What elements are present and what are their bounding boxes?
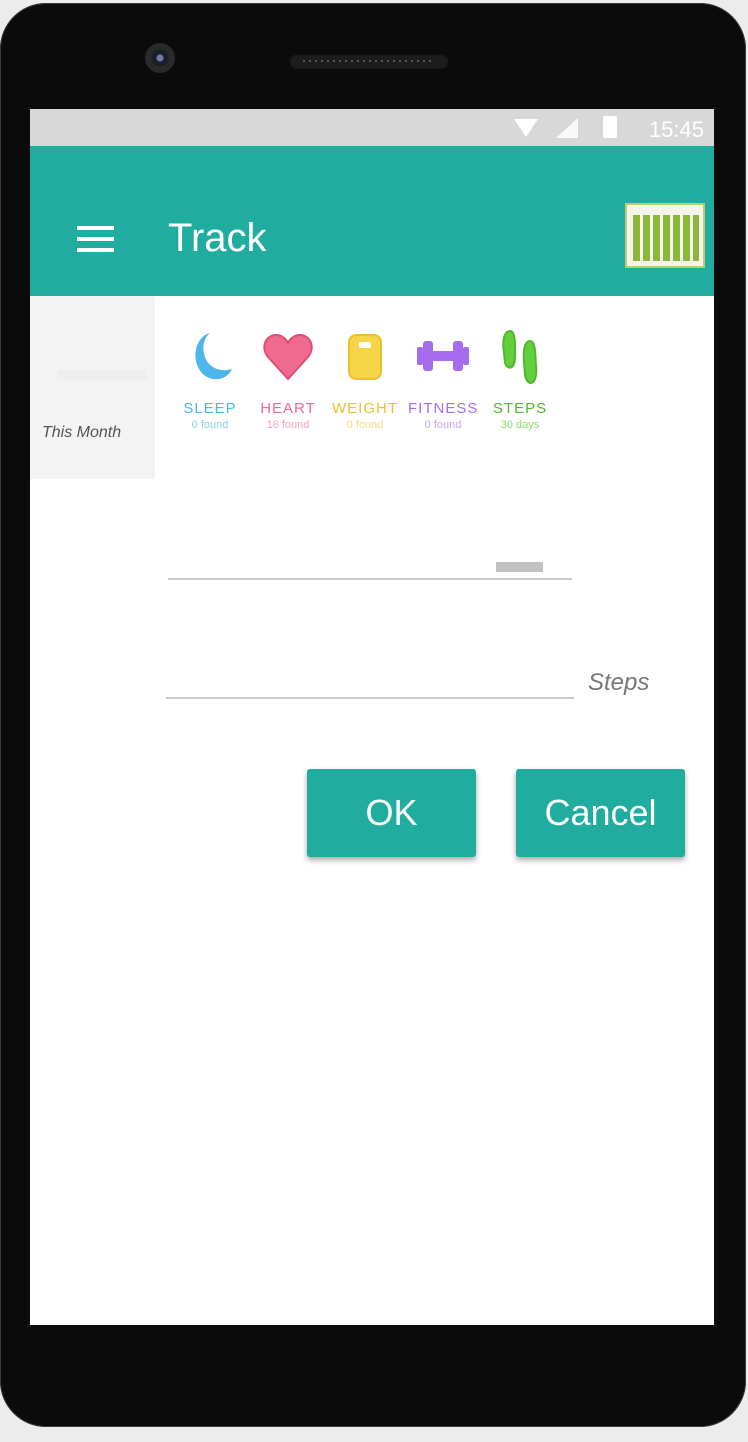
background-summary-card: This Month bbox=[30, 296, 155, 479]
tracker-count: 0 found bbox=[424, 419, 462, 431]
status-time: 15:45 bbox=[648, 117, 704, 142]
scale-icon bbox=[335, 327, 395, 387]
ok-button[interactable]: OK bbox=[307, 769, 476, 857]
selected-tracker-indicator bbox=[496, 562, 543, 572]
tracker-name: FITNESS bbox=[408, 400, 479, 417]
tracker-name: STEPS bbox=[492, 400, 548, 417]
tracker-name: HEART bbox=[260, 400, 316, 417]
app-bar: Track bbox=[30, 146, 714, 296]
divider-line bbox=[168, 578, 572, 580]
steps-input[interactable] bbox=[166, 669, 574, 699]
signal-icon bbox=[556, 118, 578, 138]
tracker-count: 30 days bbox=[500, 419, 540, 431]
menu-icon[interactable] bbox=[77, 226, 114, 252]
tracker-count: 18 found bbox=[266, 419, 310, 431]
screen: 15:45 Track This Month SLEEP 0 found HEA… bbox=[30, 109, 714, 1325]
cancel-button[interactable]: Cancel bbox=[516, 769, 685, 857]
dumbbell-icon bbox=[413, 327, 473, 387]
tracker-name: SLEEP bbox=[183, 400, 237, 417]
tracker-row: SLEEP 0 found HEART 18 found WEIGHT 0 fo… bbox=[183, 327, 565, 447]
calendar-icon[interactable] bbox=[625, 203, 705, 268]
page-title: Track bbox=[168, 216, 267, 260]
phone-frame: 15:45 Track This Month SLEEP 0 found HEA… bbox=[0, 3, 746, 1427]
tracker-weight[interactable]: WEIGHT 0 found bbox=[330, 327, 400, 431]
tracker-fitness[interactable]: FITNESS 0 found bbox=[408, 327, 478, 431]
footprints-icon bbox=[490, 327, 550, 387]
moon-icon bbox=[180, 327, 240, 387]
wifi-icon bbox=[514, 119, 538, 137]
tracker-sleep[interactable]: SLEEP 0 found bbox=[175, 327, 245, 431]
tracker-heart[interactable]: HEART 18 found bbox=[253, 327, 323, 431]
tracker-steps[interactable]: STEPS 30 days bbox=[485, 327, 555, 431]
tracker-name: WEIGHT bbox=[332, 400, 398, 417]
heart-icon bbox=[258, 327, 318, 387]
tracker-count: 0 found bbox=[346, 419, 384, 431]
steps-unit-label: Steps bbox=[588, 669, 650, 696]
earpiece-speaker bbox=[289, 53, 449, 69]
tracker-count: 0 found bbox=[191, 419, 229, 431]
status-bar: 15:45 bbox=[30, 109, 714, 146]
battery-icon bbox=[603, 116, 617, 138]
faded-bar bbox=[57, 370, 147, 380]
front-camera bbox=[145, 43, 175, 73]
this-month-label: This Month bbox=[42, 424, 122, 441]
